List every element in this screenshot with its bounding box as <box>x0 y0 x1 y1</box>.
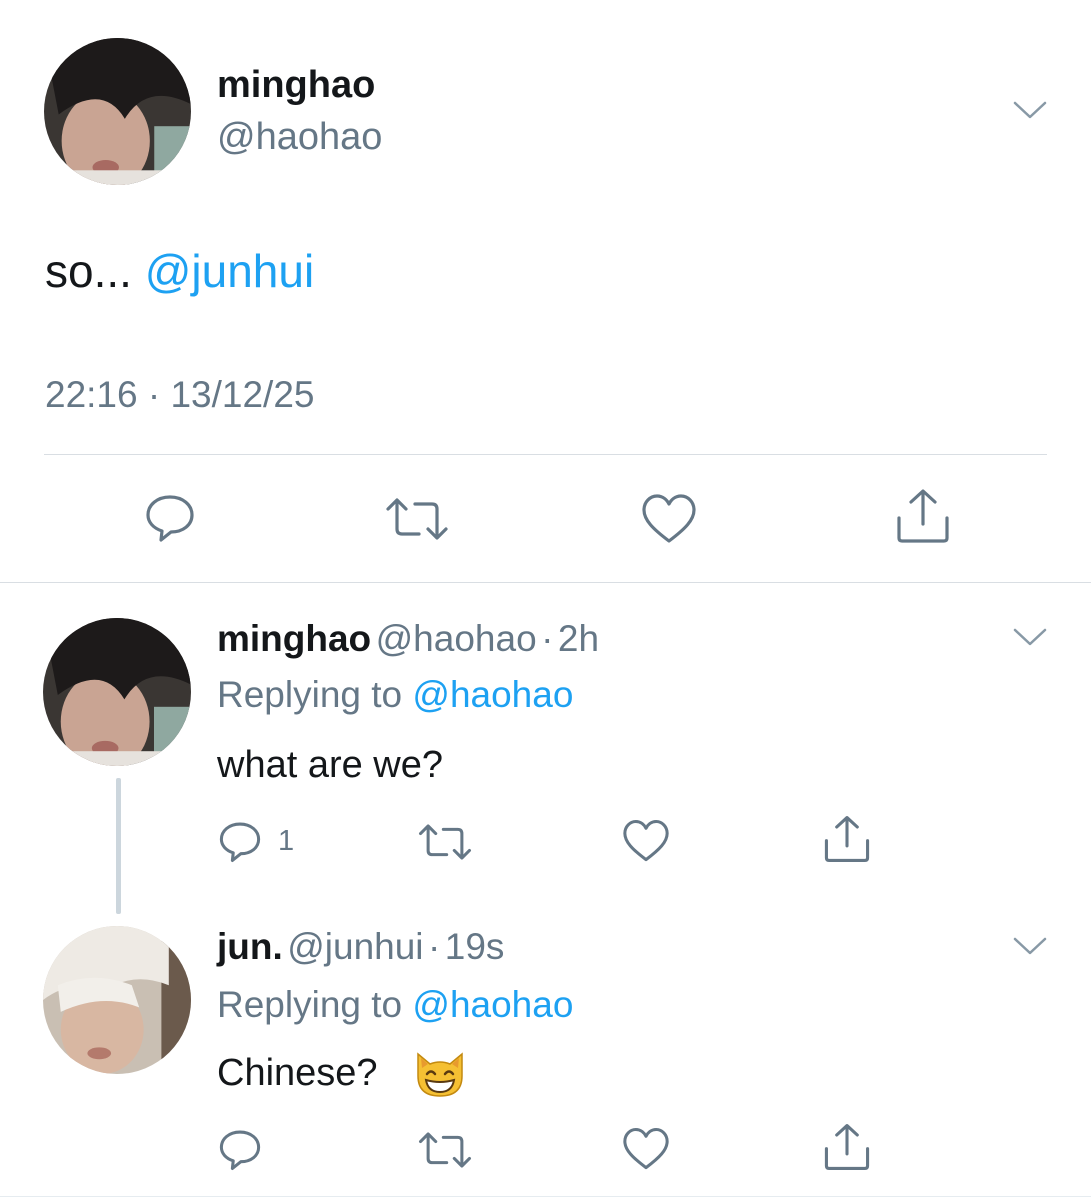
chevron-down-icon[interactable] <box>1013 627 1047 647</box>
reply2-author-avatar[interactable] <box>43 926 191 1074</box>
section-divider <box>0 582 1091 583</box>
chevron-down-icon[interactable] <box>1013 100 1047 120</box>
bottom-divider <box>0 1196 1091 1197</box>
reply1-age: 2h <box>557 618 600 659</box>
reply2-replying-to: Replying to @haohao <box>217 984 573 1026</box>
reply2-age: 19s <box>444 926 505 967</box>
main-tweet-divider <box>44 454 1047 455</box>
retweet-icon[interactable] <box>418 822 472 862</box>
main-tweet-timestamp: 22:16 · 13/12/25 <box>45 374 315 415</box>
retweet-icon[interactable] <box>385 496 449 542</box>
reply2-replying-mention[interactable]: @haohao <box>412 984 573 1025</box>
main-tweet-text-prefix: so... <box>45 245 132 297</box>
reply1-author-name[interactable]: minghao <box>217 618 371 659</box>
reply2-author-handle[interactable]: @junhui <box>287 926 423 967</box>
main-author-handle[interactable]: @haohao <box>217 116 382 159</box>
main-tweet-mention-link[interactable]: @junhui <box>145 245 314 297</box>
like-heart-icon[interactable] <box>622 819 670 863</box>
main-tweet-text: so... @junhui <box>45 244 314 298</box>
reply2-author-name[interactable]: jun. <box>217 926 283 967</box>
reply2-header: jun. @junhui · 19s <box>217 926 504 968</box>
reply2-text: Chinese? <box>217 1052 378 1094</box>
reply-icon[interactable] <box>144 491 196 543</box>
reply1-replying-mention[interactable]: @haohao <box>412 674 573 715</box>
reply1-text: what are we? <box>217 744 444 786</box>
reply1-replying-prefix: Replying to <box>217 674 403 715</box>
share-icon[interactable] <box>823 815 871 863</box>
reply-icon[interactable] <box>218 819 262 863</box>
reply1-author-avatar[interactable] <box>43 618 191 766</box>
reply-icon[interactable] <box>218 1127 262 1171</box>
grinning-cat-face-emoji-icon <box>412 1050 468 1100</box>
main-author-avatar[interactable] <box>44 38 191 185</box>
reply1-separator: · <box>541 618 554 659</box>
thread-connector-line <box>116 778 121 914</box>
chevron-down-icon[interactable] <box>1013 936 1047 956</box>
reply1-replying-to: Replying to @haohao <box>217 674 573 716</box>
main-author-name[interactable]: minghao <box>217 64 375 107</box>
reply1-author-handle[interactable]: @haohao <box>376 618 537 659</box>
reply1-header: minghao @haohao · 2h <box>217 618 599 660</box>
like-heart-icon[interactable] <box>641 493 697 545</box>
reply2-separator: · <box>427 926 441 967</box>
like-heart-icon[interactable] <box>622 1127 670 1171</box>
reply1-reply-count: 1 <box>278 825 295 857</box>
reply2-replying-prefix: Replying to <box>217 984 403 1025</box>
reply2-text-row: Chinese? <box>217 1052 378 1095</box>
retweet-icon[interactable] <box>418 1130 472 1170</box>
share-icon[interactable] <box>895 488 951 544</box>
share-icon[interactable] <box>823 1123 871 1171</box>
